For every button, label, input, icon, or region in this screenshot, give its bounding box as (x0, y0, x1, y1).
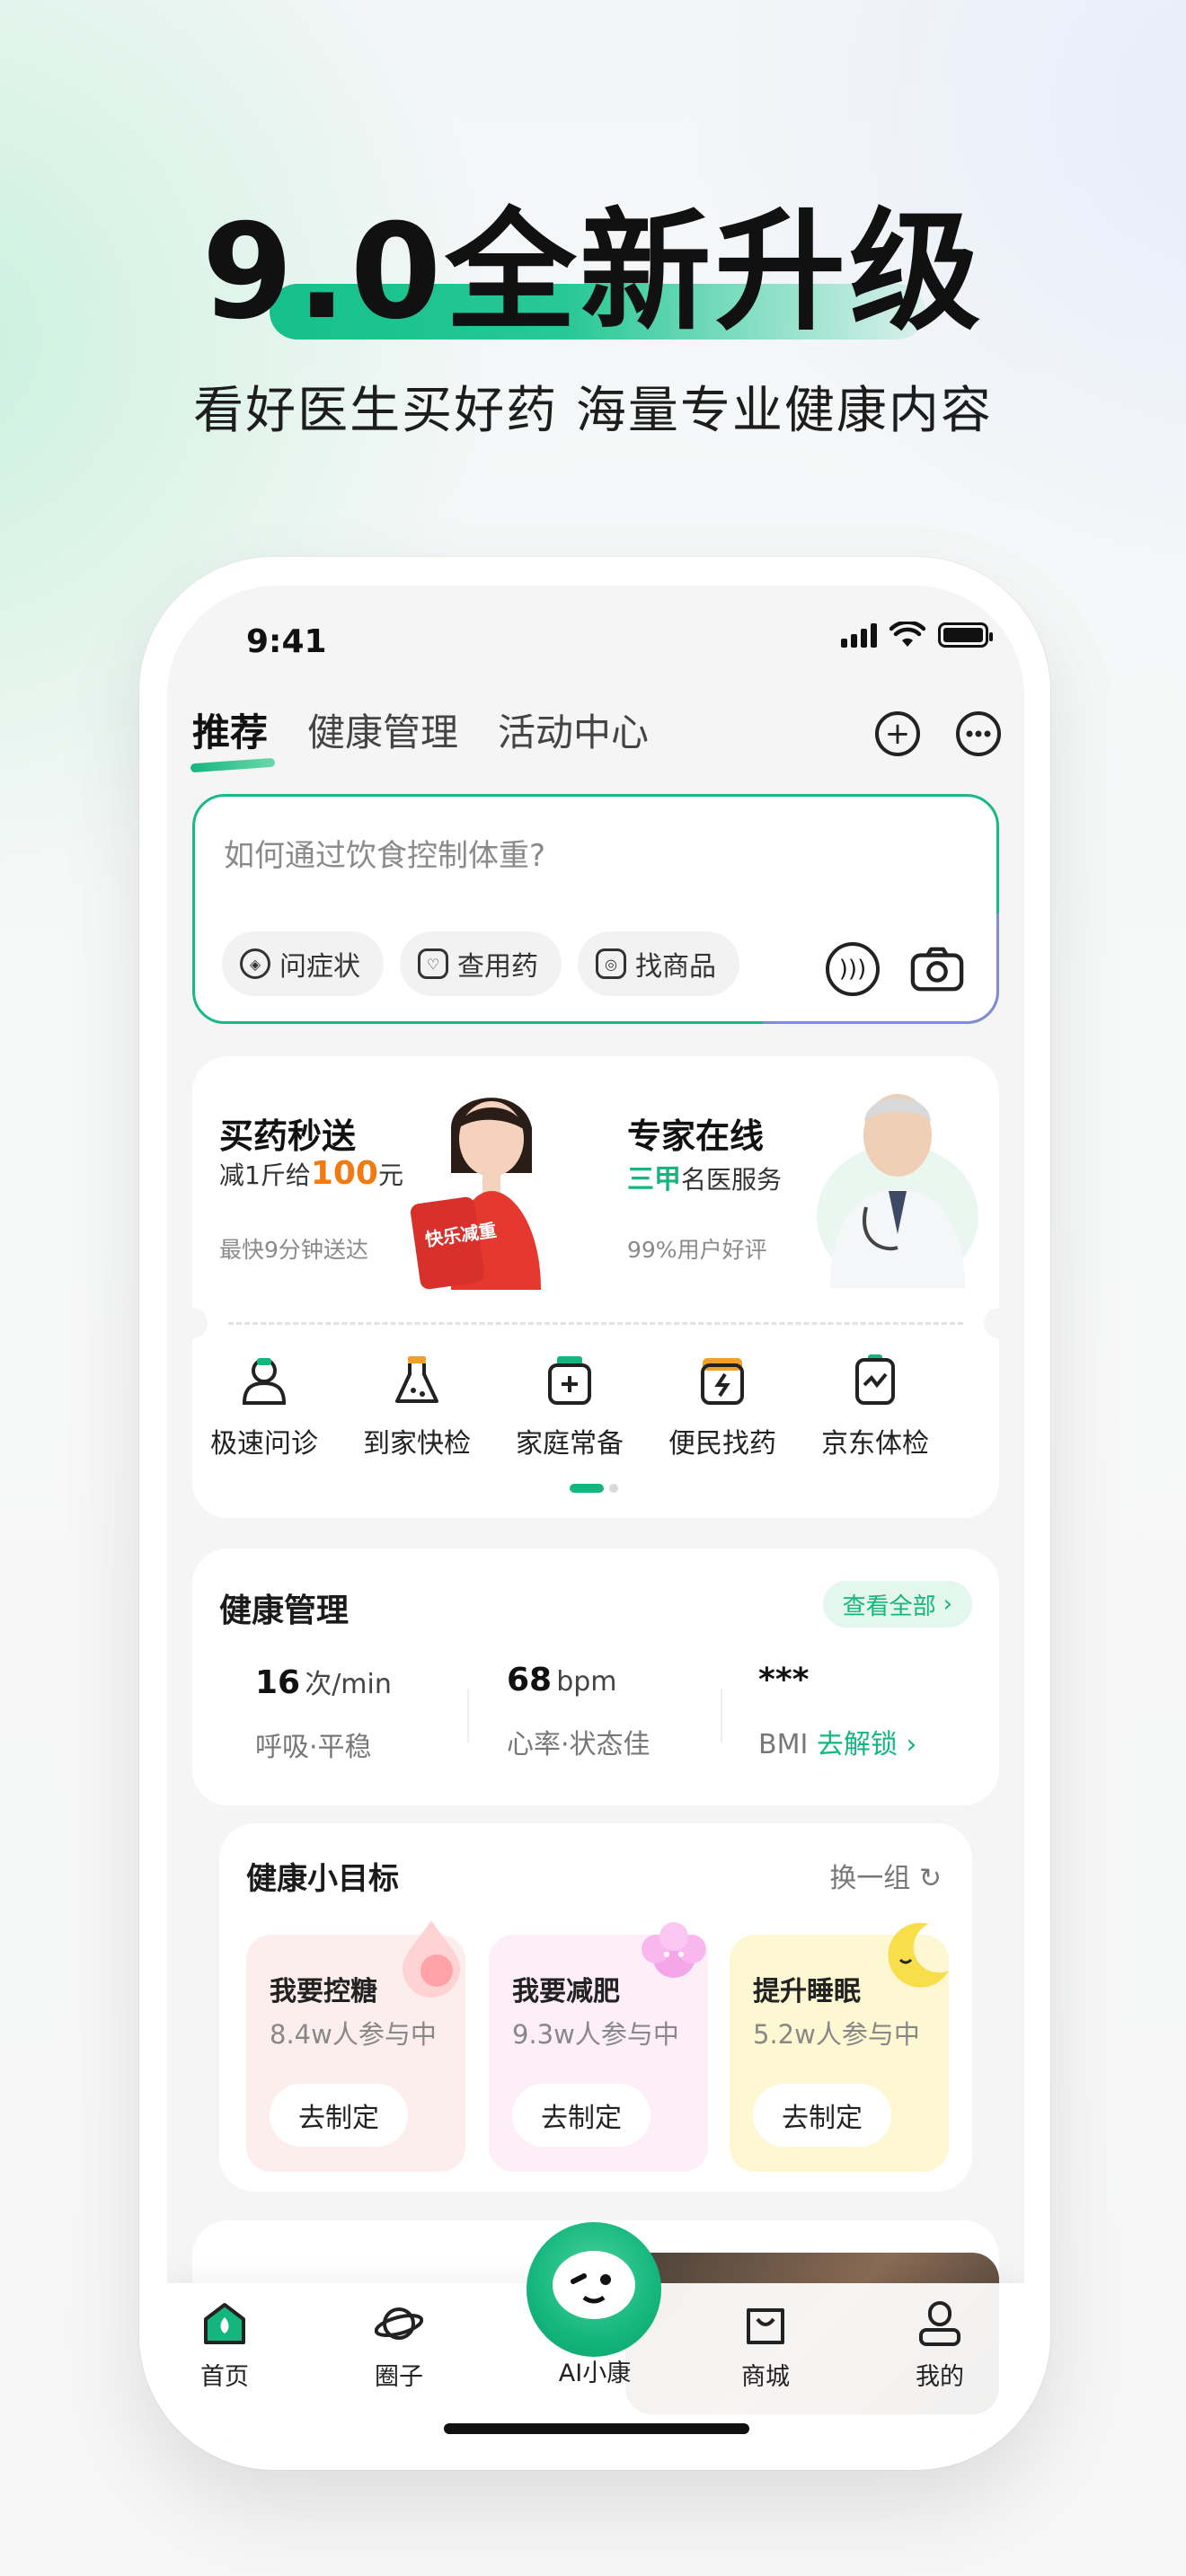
nav-label: 首页 (200, 2363, 249, 2391)
top-tabs: 推荐 健康管理 活动中心 (192, 702, 649, 757)
checkup-report-icon (855, 1354, 895, 1405)
tab-recommend[interactable]: 推荐 (192, 702, 268, 757)
service-family-stock[interactable]: 家庭常备 (498, 1353, 642, 1460)
service-label: 极速问诊 (210, 1428, 318, 1460)
sugar-drop-icon (403, 1920, 460, 1998)
chip-ask-symptoms[interactable]: ◈ 问症状 (222, 931, 384, 996)
message-icon[interactable] (956, 711, 1001, 756)
person-icon (919, 2301, 960, 2346)
goal-set-button[interactable]: 去制定 (270, 2084, 408, 2147)
service-find-medicine[interactable]: 便民找药 (651, 1353, 794, 1460)
phone-screen: 9:41 推荐 健康管理 活动中心 + 如何通过饮食控制体重? ◈ 问症状 ♡ … (167, 586, 1024, 2450)
goal-set-button[interactable]: 去制定 (753, 2084, 891, 2147)
goal-card-weight[interactable]: 我要减肥 9.3w人参与中 去制定 (489, 1922, 708, 2172)
nav-label: AI小康 (558, 2360, 632, 2387)
wifi-icon (890, 622, 925, 647)
status-icons (841, 622, 993, 648)
medicine-bag-icon: ♡ (418, 948, 448, 979)
promo-right-note: 99%用户好评 (627, 1237, 767, 1263)
nav-label: 圈子 (375, 2363, 423, 2391)
health-goals-card: 健康小目标 换一组 ↻ 我要控糖 8.4w人参与中 去制定 我要减肥 9.3w人… (219, 1823, 972, 2192)
view-all-button[interactable]: 查看全部 › (822, 1581, 972, 1628)
promo-left-note: 最快9分钟送达 (219, 1237, 368, 1263)
dashed-divider (228, 1322, 963, 1325)
nav-home[interactable]: 首页 (171, 2299, 279, 2392)
promo-left-subtitle: 减1斤给100元 (219, 1155, 403, 1192)
promo-right-title[interactable]: 专家在线 (627, 1108, 765, 1158)
nav-label: 我的 (916, 2363, 964, 2391)
chip-find-products[interactable]: ◎ 找商品 (578, 931, 739, 996)
doctor-consult-icon (242, 1358, 287, 1405)
doctor-illustration[interactable] (812, 1072, 983, 1288)
chevron-right-icon: › (943, 1591, 952, 1618)
delivery-girl-illustration[interactable]: 快乐减重 (397, 1074, 577, 1290)
service-quick-consult[interactable]: 极速问诊 (192, 1353, 336, 1460)
status-time: 9:41 (246, 623, 327, 660)
nav-label: 商城 (741, 2363, 790, 2391)
health-management-card: 健康管理 查看全部 › 16 次/min 呼吸·平稳 68 bpm 心率·状态佳… (192, 1548, 999, 1805)
goal-card-sugar[interactable]: 我要控糖 8.4w人参与中 去制定 (246, 1920, 465, 2172)
view-all-label: 查看全部 (842, 1592, 936, 1620)
flask-icon (395, 1356, 438, 1403)
health-management-title: 健康管理 (219, 1584, 349, 1631)
chip-label: 问症状 (279, 951, 360, 983)
voice-icon[interactable]: ))) (826, 942, 880, 996)
home-indicator (444, 2423, 749, 2434)
search-chips: ◈ 问症状 ♡ 查用药 ◎ 找商品 (222, 931, 739, 996)
service-jd-checkup[interactable]: 京东体检 (803, 1353, 947, 1460)
metric-heart-rate[interactable]: 68 bpm 心率·状态佳 (507, 1662, 651, 1761)
metric-divider (467, 1689, 469, 1742)
dots-icon (966, 730, 991, 737)
tab-activity-center[interactable]: 活动中心 (498, 702, 649, 757)
unlock-link[interactable]: 去解锁 (817, 1729, 898, 1760)
nav-mall[interactable]: 商城 (712, 2299, 819, 2392)
promo-left-title[interactable]: 买药秒送 (219, 1108, 357, 1158)
home-icon (204, 2303, 245, 2344)
chip-label: 找商品 (635, 951, 716, 983)
metric-bmi[interactable]: *** BMI 去解锁 › (758, 1662, 916, 1761)
tab-health-management[interactable]: 健康管理 (307, 702, 458, 757)
chip-check-medicine[interactable]: ♡ 查用药 (400, 931, 562, 996)
battery-icon (938, 622, 993, 648)
symptom-icon: ◈ (240, 948, 270, 979)
metric-divider (721, 1689, 722, 1742)
hero-title: 9.0全新升级 (201, 196, 985, 348)
chevron-right-icon: › (906, 1729, 917, 1760)
refresh-icon: ↻ (918, 1863, 942, 1894)
health-goals-title: 健康小目标 (246, 1861, 399, 1897)
ai-search-box[interactable]: 如何通过饮食控制体重? ◈ 问症状 ♡ 查用药 ◎ 找商品 ))) (192, 794, 999, 1024)
promo-right-subtitle: 三甲名医服务 (627, 1164, 783, 1195)
camera-icon[interactable] (910, 942, 964, 996)
service-label: 便民找药 (668, 1428, 776, 1460)
goal-set-button[interactable]: 去制定 (512, 2084, 651, 2147)
nav-circle[interactable]: 圈子 (345, 2299, 453, 2392)
signal-icon (841, 622, 877, 648)
cloud-icon (642, 1922, 706, 1978)
chip-label: 查用药 (457, 951, 538, 983)
service-home-test[interactable]: 到家快检 (345, 1353, 489, 1460)
planet-icon (374, 2307, 424, 2340)
medicine-kit-icon (548, 1356, 591, 1405)
page-indicator (570, 1484, 618, 1493)
hero-subtitle: 看好医生买好药 海量专业健康内容 (193, 382, 993, 440)
nav-mine[interactable]: 我的 (886, 2299, 994, 2392)
nav-ai-xiaokang[interactable]: AI小康 (527, 2222, 661, 2388)
bag-icon (747, 2308, 784, 2344)
goal-card-sleep[interactable]: 提升睡眠 5.2w人参与中 去制定 (730, 1922, 949, 2172)
search-placeholder[interactable]: 如何通过饮食控制体重? (224, 831, 545, 875)
medicine-box-icon (701, 1358, 744, 1405)
metric-respiration[interactable]: 16 次/min 呼吸·平稳 (255, 1662, 392, 1764)
search-product-icon: ◎ (596, 948, 626, 979)
service-label: 京东体检 (821, 1428, 929, 1460)
swap-group-button[interactable]: 换一组 ↻ (829, 1856, 942, 1895)
card-notch-left (177, 1308, 208, 1338)
mascot-icon (527, 2222, 661, 2357)
service-label: 到家快检 (363, 1428, 471, 1460)
promo-card: 买药秒送 减1斤给100元 最快9分钟送达 快乐减重 专家在线 三甲名医服务 9… (177, 1056, 1014, 1518)
card-notch-right (984, 1308, 1014, 1338)
moon-icon (888, 1922, 949, 1988)
add-icon[interactable]: + (875, 711, 920, 756)
service-label: 家庭常备 (516, 1428, 624, 1460)
